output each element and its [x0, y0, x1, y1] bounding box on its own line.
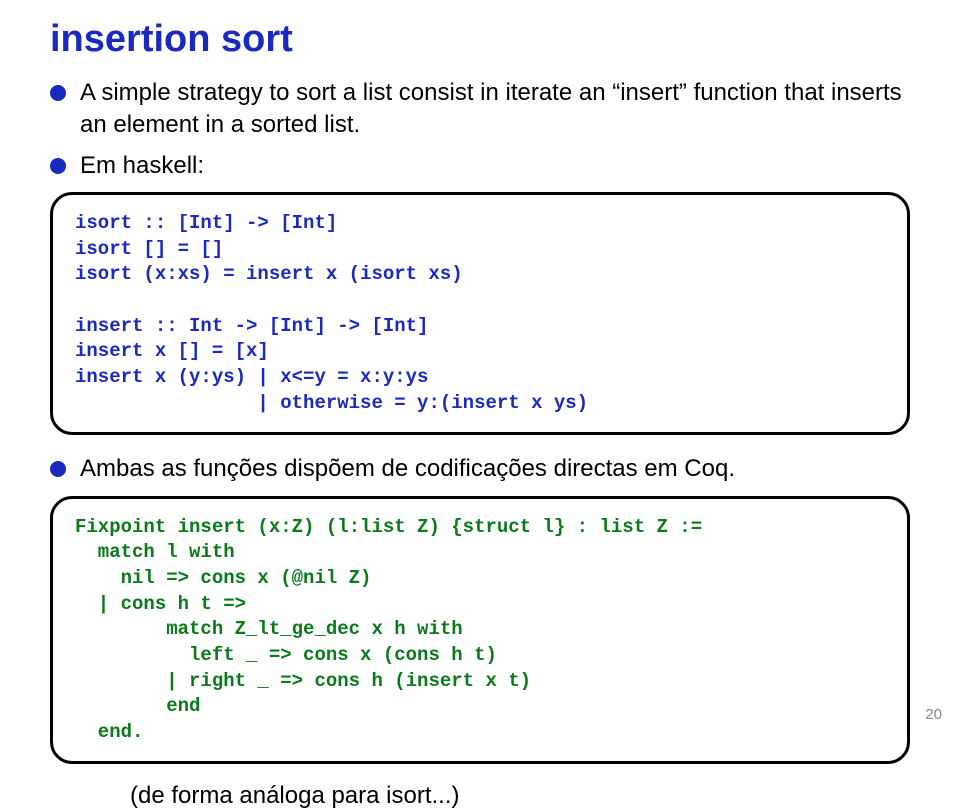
bullet-text-1: A simple strategy to sort a list consist… — [80, 77, 910, 142]
page-number: 20 — [925, 706, 942, 723]
bullet-icon — [50, 158, 66, 174]
bullet-item-2: Em haskell: — [50, 150, 910, 182]
page-title: insertion sort — [0, 0, 960, 61]
bullet-icon — [50, 461, 66, 477]
content-body: A simple strategy to sort a list consist… — [0, 61, 960, 810]
bullet-item-1: A simple strategy to sort a list consist… — [50, 77, 910, 142]
closing-remark: (de forma análoga para isort...) — [50, 782, 910, 810]
haskell-code-block: isort :: [Int] -> [Int] isort [] = [] is… — [50, 192, 910, 435]
bullet-icon — [50, 85, 66, 101]
bullet-item-3: Ambas as funções dispõem de codificações… — [50, 453, 910, 485]
coq-code-block: Fixpoint insert (x:Z) (l:list Z) {struct… — [50, 496, 910, 765]
bullet-text-2: Em haskell: — [80, 150, 204, 182]
bullet-text-3: Ambas as funções dispõem de codificações… — [80, 453, 735, 485]
